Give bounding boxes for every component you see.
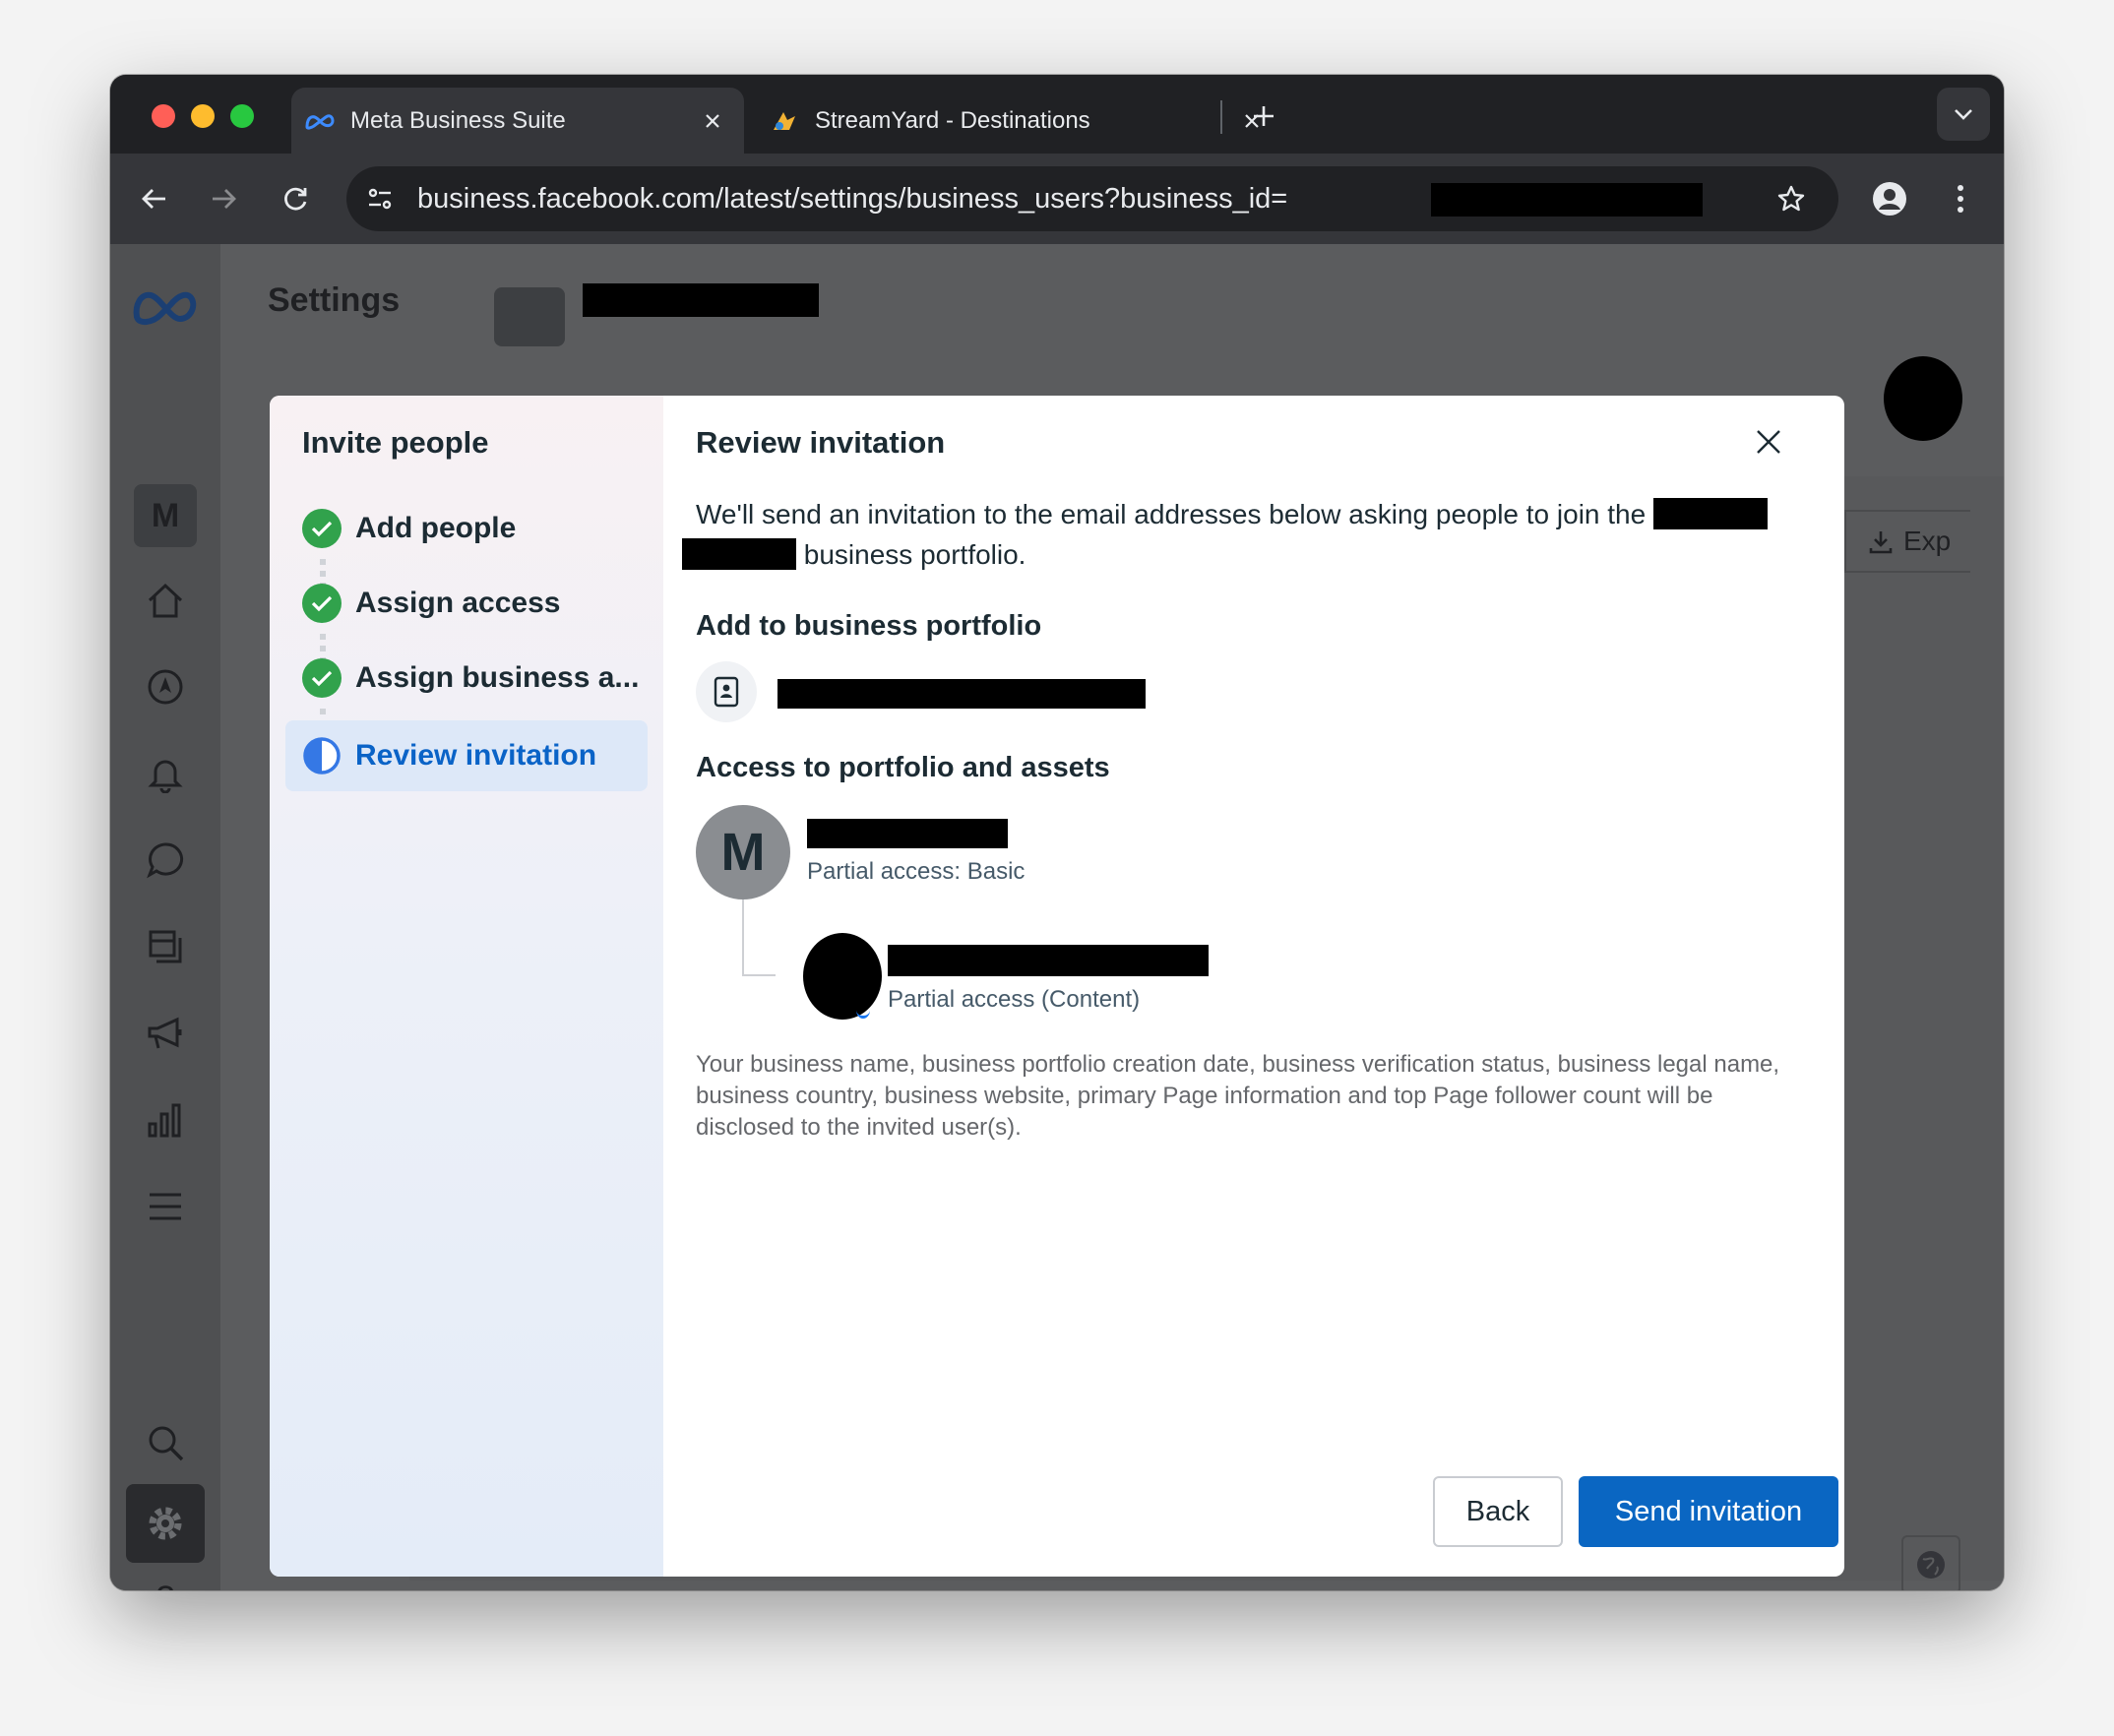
redacted-asset-name <box>888 945 1209 976</box>
globe-icon[interactable] <box>1901 1535 1960 1590</box>
portfolio-avatar: M <box>696 805 790 899</box>
compass-icon[interactable] <box>138 659 193 714</box>
address-bar[interactable]: business.facebook.com/latest/settings/bu… <box>346 166 1838 231</box>
redacted-portfolio-email <box>777 679 1146 709</box>
invitation-intro: We'll send an invitation to the email ad… <box>682 494 1798 575</box>
business-suite-page: M Settings Exp Invite people Add people … <box>110 244 2004 1590</box>
redacted-portfolio-name <box>1652 498 1768 529</box>
browser-window: Meta Business Suite StreamYard - Destina… <box>110 75 2004 1590</box>
browser-menu-icon[interactable] <box>1939 177 1982 220</box>
meta-logo-icon <box>303 104 337 138</box>
tab-divider <box>1220 100 1222 134</box>
insights-chart-icon[interactable] <box>138 1092 193 1147</box>
left-nav-rail: M <box>110 244 220 1590</box>
disclosure-notice: Your business name, business portfolio c… <box>696 1051 1780 1141</box>
url-text: business.facebook.com/latest/settings/bu… <box>417 183 1288 215</box>
business-portfolio-icon <box>696 661 757 722</box>
redacted-business-name <box>583 283 819 317</box>
close-icon <box>1756 429 1781 460</box>
intro-text-2: business portfolio. <box>803 539 1026 570</box>
invite-steps-sidebar: Invite people Add people Assign access A… <box>270 396 663 1577</box>
meta-logo-icon[interactable] <box>131 279 200 335</box>
check-circle-icon <box>302 584 342 623</box>
back-button[interactable]: Back <box>1433 1476 1563 1547</box>
new-tab-button[interactable] <box>1242 94 1285 138</box>
streamyard-icon <box>768 104 801 138</box>
access-heading: Access to portfolio and assets <box>696 752 1110 783</box>
menu-hamburger-icon[interactable] <box>138 1179 193 1234</box>
step-label: Review invitation <box>355 739 597 772</box>
asset-access-level: Partial access (Content) <box>888 986 1141 1013</box>
back-arrow-icon[interactable] <box>132 177 175 220</box>
profile-icon[interactable] <box>1868 177 1911 220</box>
asset-avatar <box>803 933 882 1020</box>
workspace-badge <box>494 287 565 346</box>
step-label: Add people <box>355 512 517 544</box>
invite-people-dialog: Invite people Add people Assign access A… <box>270 396 1844 1577</box>
tab-strip: Meta Business Suite StreamYard - Destina… <box>110 75 2004 154</box>
browser-toolbar: business.facebook.com/latest/settings/bu… <box>110 154 2004 244</box>
half-circle-progress-icon <box>302 736 342 775</box>
tab-meta-business-suite[interactable]: Meta Business Suite <box>291 88 744 154</box>
close-tab-icon[interactable] <box>699 107 726 135</box>
check-circle-icon <box>302 509 342 548</box>
tree-connector <box>742 899 776 976</box>
content-library-icon[interactable] <box>138 919 193 974</box>
bookmark-star-icon[interactable] <box>1770 177 1813 220</box>
export-button[interactable]: Exp <box>1844 510 1970 573</box>
intro-text-1: We'll send an invitation to the email ad… <box>696 499 1647 529</box>
redacted-portfolio-label <box>807 819 1008 848</box>
page-title: Settings <box>268 281 401 319</box>
tab-title: StreamYard - Destinations <box>815 106 1090 134</box>
review-invitation-panel: Review invitation We'll send an invitati… <box>663 396 1844 1577</box>
settings-gear-icon[interactable] <box>126 1484 205 1563</box>
workspace-avatar[interactable]: M <box>134 484 197 547</box>
step-assign-access[interactable]: Assign access <box>285 569 648 638</box>
portfolio-heading: Add to business portfolio <box>696 610 1042 642</box>
search-icon[interactable] <box>138 1415 193 1470</box>
step-label: Assign access <box>355 587 561 619</box>
minimize-window-button[interactable] <box>191 104 215 128</box>
tab-search-dropdown[interactable] <box>1937 88 1990 141</box>
send-invitation-button[interactable]: Send invitation <box>1579 1476 1838 1547</box>
help-icon[interactable]: ? <box>138 1569 193 1590</box>
dialog-title: Review invitation <box>696 425 946 460</box>
chat-icon[interactable] <box>138 833 193 888</box>
export-label: Exp <box>1903 526 1952 556</box>
redacted-portfolio-name <box>682 538 796 570</box>
check-circle-icon <box>302 658 342 698</box>
step-label: Assign business a... <box>355 661 640 694</box>
step-assign-business-assets[interactable]: Assign business a... <box>285 644 648 713</box>
step-review-invitation[interactable]: Review invitation <box>285 720 648 791</box>
tab-streamyard[interactable]: StreamYard - Destinations <box>768 88 1319 154</box>
step-add-people[interactable]: Add people <box>285 494 648 563</box>
bell-icon[interactable] <box>138 746 193 801</box>
user-avatar[interactable] <box>1884 356 1962 441</box>
redacted-business-id <box>1431 183 1703 217</box>
close-window-button[interactable] <box>152 104 175 128</box>
zoom-window-button[interactable] <box>230 104 254 128</box>
verified-badge-icon <box>856 1002 870 1019</box>
portfolio-access-level: Partial access: Basic <box>807 858 1026 885</box>
site-settings-icon[interactable] <box>358 177 402 220</box>
megaphone-icon[interactable] <box>138 1006 193 1061</box>
reload-icon[interactable] <box>274 177 317 220</box>
close-dialog-button[interactable] <box>1746 421 1791 466</box>
svg-text:?: ? <box>156 1581 175 1590</box>
tab-title: Meta Business Suite <box>350 106 566 134</box>
sidebar-title: Invite people <box>302 425 489 460</box>
forward-arrow-icon[interactable] <box>203 177 246 220</box>
home-icon[interactable] <box>138 573 193 628</box>
